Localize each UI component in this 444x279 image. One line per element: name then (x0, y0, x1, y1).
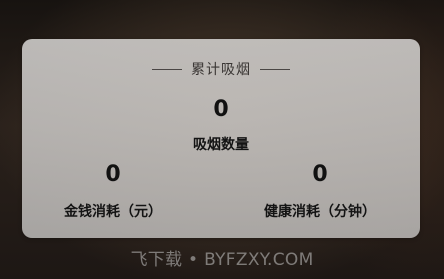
smoke-count-label: 吸烟数量 (193, 137, 249, 153)
money-spent-value: 0 (105, 162, 121, 187)
title-divider-right (260, 68, 290, 70)
health-spent-value: 0 (312, 162, 328, 187)
card-header: 累计吸烟 (22, 59, 420, 79)
watermark: 飞下载 • BYFZXY.COM (130, 250, 314, 270)
title-divider-left (152, 68, 182, 70)
card-title: 累计吸烟 (191, 62, 251, 78)
money-spent-label: 金钱消耗（元） (64, 204, 162, 220)
cumulative-smoking-card: 累计吸烟 0 吸烟数量 0 金钱消耗（元） 0 健康消耗（分钟） (22, 39, 420, 238)
smoke-count-value: 0 (213, 97, 229, 122)
health-spent-label: 健康消耗（分钟） (264, 204, 376, 220)
